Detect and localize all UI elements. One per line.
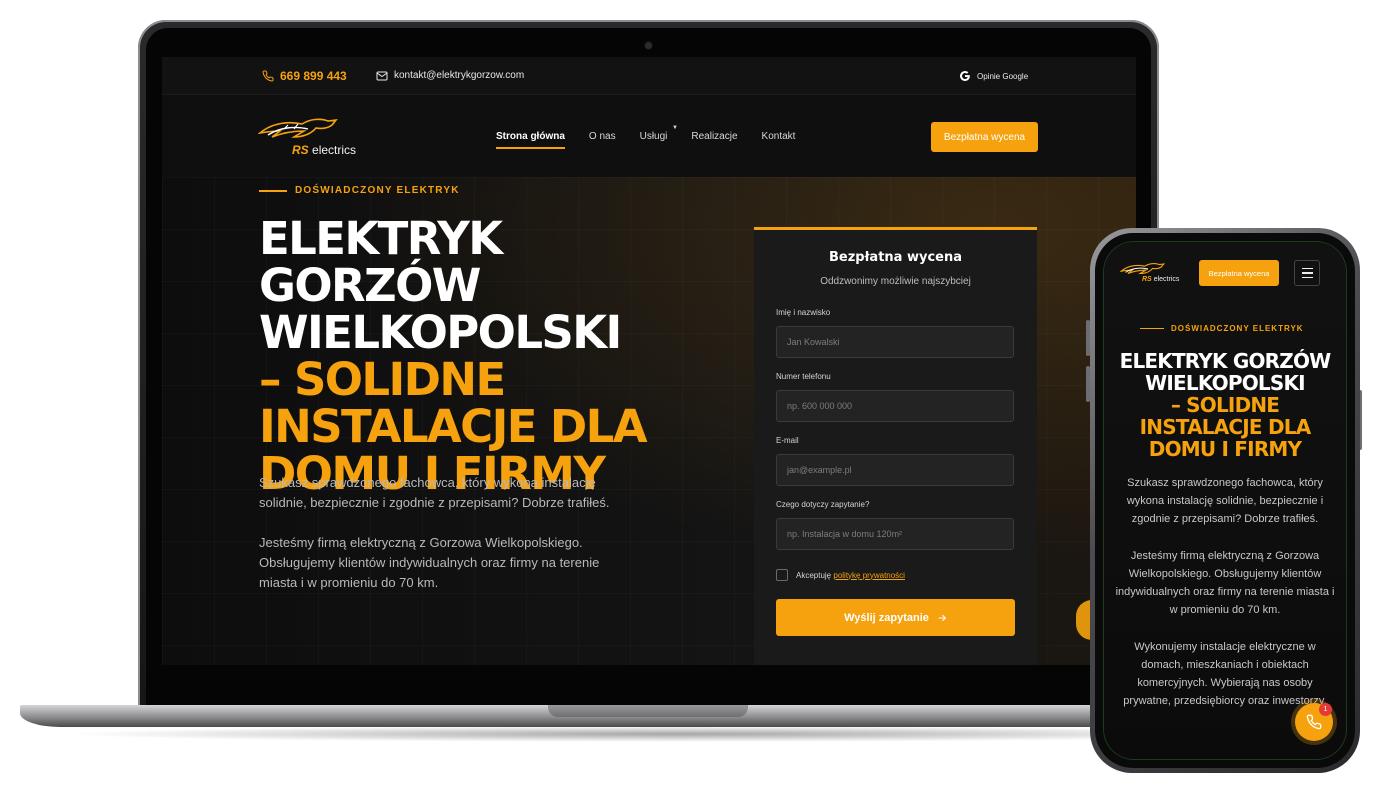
menu-icon[interactable] (1294, 260, 1320, 286)
top-phone-link[interactable]: 669 899 443 (262, 69, 347, 83)
phone-screen: RS electrics Bezpłatna wycena DOŚWIADCZO… (1104, 242, 1346, 759)
mobile-logo[interactable]: RS electrics (1120, 260, 1190, 286)
phone-field[interactable]: np. 600 000 000 (776, 390, 1014, 422)
mobile-title-accent-3: DOMU I FIRMY (1148, 437, 1302, 461)
notification-badge: 1 (1319, 703, 1332, 716)
mobile-title-accent-2: INSTALACJE DLA (1139, 415, 1312, 439)
eyebrow-line (259, 189, 287, 192)
top-bar: 669 899 443 kontakt@elektrykgorzow.com O… (162, 57, 1136, 95)
logo-text: RS electrics (292, 143, 357, 157)
mobile-hero: DOŚWIADCZONY ELEKTRYK ELEKTRYK GORZÓW WI… (1104, 302, 1346, 759)
mobile-paragraph-3: Wykonujemy instalacje elektryczne w doma… (1123, 641, 1327, 707)
mobile-eyebrow-text: DOŚWIADCZONY ELEKTRYK (1171, 324, 1304, 333)
email-field[interactable]: jan@example.pl (776, 454, 1014, 486)
mobile-eyebrow-line (1140, 327, 1164, 330)
laptop-screen: 669 899 443 kontakt@elektrykgorzow.com O… (162, 57, 1136, 665)
nav-item-home[interactable]: Strona główna (496, 131, 565, 149)
mobile-paragraph-1: Szukasz sprawdzonego fachowca, który wyk… (1126, 477, 1324, 525)
arrow-right-icon (938, 614, 946, 621)
top-phone-number: 669 899 443 (280, 69, 347, 83)
topic-label: Czego dotyczy zapytanie? (776, 500, 870, 509)
google-icon (959, 71, 970, 82)
mobile-eyebrow: DOŚWIADCZONY ELEKTRYK (1140, 324, 1304, 333)
consent-row: Akceptuję politykę prywatności (776, 569, 905, 581)
phone-icon (1306, 714, 1322, 730)
consent-checkbox[interactable] (776, 569, 788, 581)
top-email-link[interactable]: kontakt@elektrykgorzow.com (376, 70, 524, 81)
hero-title-accent-2: INSTALACJE DLA (259, 400, 648, 453)
eyebrow-text: DOŚWIADCZONY ELEKTRYK (295, 185, 460, 196)
google-reviews-label: Opinie Google (977, 71, 1029, 81)
form-subtitle: Oddzwonimy możliwie najszybciej (820, 276, 971, 287)
hero-title-accent-1: – SOLIDNE (259, 353, 506, 406)
hero-title-line-1: ELEKTRYK GORZÓW (259, 212, 503, 312)
top-email-address: kontakt@elektrykgorzow.com (394, 70, 525, 81)
free-quote-button[interactable]: Bezpłatna wycena (931, 122, 1038, 152)
hero-eyebrow: DOŚWIADCZONY ELEKTRYK (259, 185, 460, 196)
mobile-logo-text: RS electrics (1142, 276, 1180, 283)
mobile-free-quote-button[interactable]: Bezpłatna wycena (1199, 260, 1279, 286)
mail-icon (376, 71, 388, 80)
hero-title: ELEKTRYK GORZÓW WIELKOPOLSKI – SOLIDNE I… (259, 215, 729, 497)
phone-icon (262, 70, 274, 82)
laptop-camera (645, 42, 652, 49)
hero-paragraph-2: Jesteśmy firmą elektryczną z Gorzowa Wie… (259, 535, 600, 590)
mobile-navigation: RS electrics Bezpłatna wycena (1104, 242, 1346, 302)
quote-form: Bezpłatna wycena Oddzwonimy możliwie naj… (754, 227, 1037, 665)
nav-list: Strona główna O nas Usługi Realizacje Ko… (496, 131, 819, 149)
mobile-title-line-1: ELEKTRYK GORZÓW (1119, 349, 1332, 373)
form-title: Bezpłatna wycena (829, 250, 962, 265)
google-reviews-link[interactable]: Opinie Google (959, 70, 1028, 82)
name-field[interactable]: Jan Kowalski (776, 326, 1014, 358)
panther-logo-icon (258, 118, 338, 138)
email-label: E-mail (776, 436, 799, 445)
hero-section: DOŚWIADCZONY ELEKTRYK ELEKTRYK GORZÓW WI… (162, 177, 1136, 665)
hero-title-line-2: WIELKOPOLSKI (259, 306, 622, 359)
site-logo[interactable]: RS electrics (258, 115, 370, 159)
nav-item-about[interactable]: O nas (589, 131, 616, 142)
device-mockup: 669 899 443 kontakt@elektrykgorzow.com O… (0, 0, 1381, 806)
hero-paragraph-1: Szukasz sprawdzonego fachowca, który wyk… (259, 475, 610, 510)
privacy-policy-link[interactable]: politykę prywatności (833, 571, 905, 580)
topic-field[interactable]: np. Instalacja w domu 120m² (776, 518, 1014, 550)
dropdown-caret-icon[interactable]: ▼ (672, 125, 678, 131)
submit-button[interactable]: Wyślij zapytanie (776, 599, 1015, 636)
nav-item-projects[interactable]: Realizacje (691, 131, 737, 142)
mobile-title-accent-1: – SOLIDNE (1170, 393, 1280, 417)
phone-label: Numer telefonu (776, 372, 831, 381)
submit-label: Wyślij zapytanie (844, 611, 929, 624)
laptop-notch (548, 705, 748, 717)
nav-item-services[interactable]: Usługi (640, 131, 668, 142)
mobile-title-line-2: WIELKOPOLSKI (1145, 371, 1305, 395)
nav-item-contact[interactable]: Kontakt (762, 131, 796, 142)
main-navigation: RS electrics Strona główna O nas Usługi … (162, 95, 1136, 177)
name-label: Imię i nazwisko (776, 308, 831, 317)
consent-text: Akceptuję politykę prywatności (796, 570, 905, 580)
mobile-paragraph-2: Jesteśmy firmą elektryczną z Gorzowa Wie… (1115, 550, 1335, 616)
mobile-hero-title: ELEKTRYK GORZÓW WIELKOPOLSKI – SOLIDNE I… (1104, 350, 1346, 460)
